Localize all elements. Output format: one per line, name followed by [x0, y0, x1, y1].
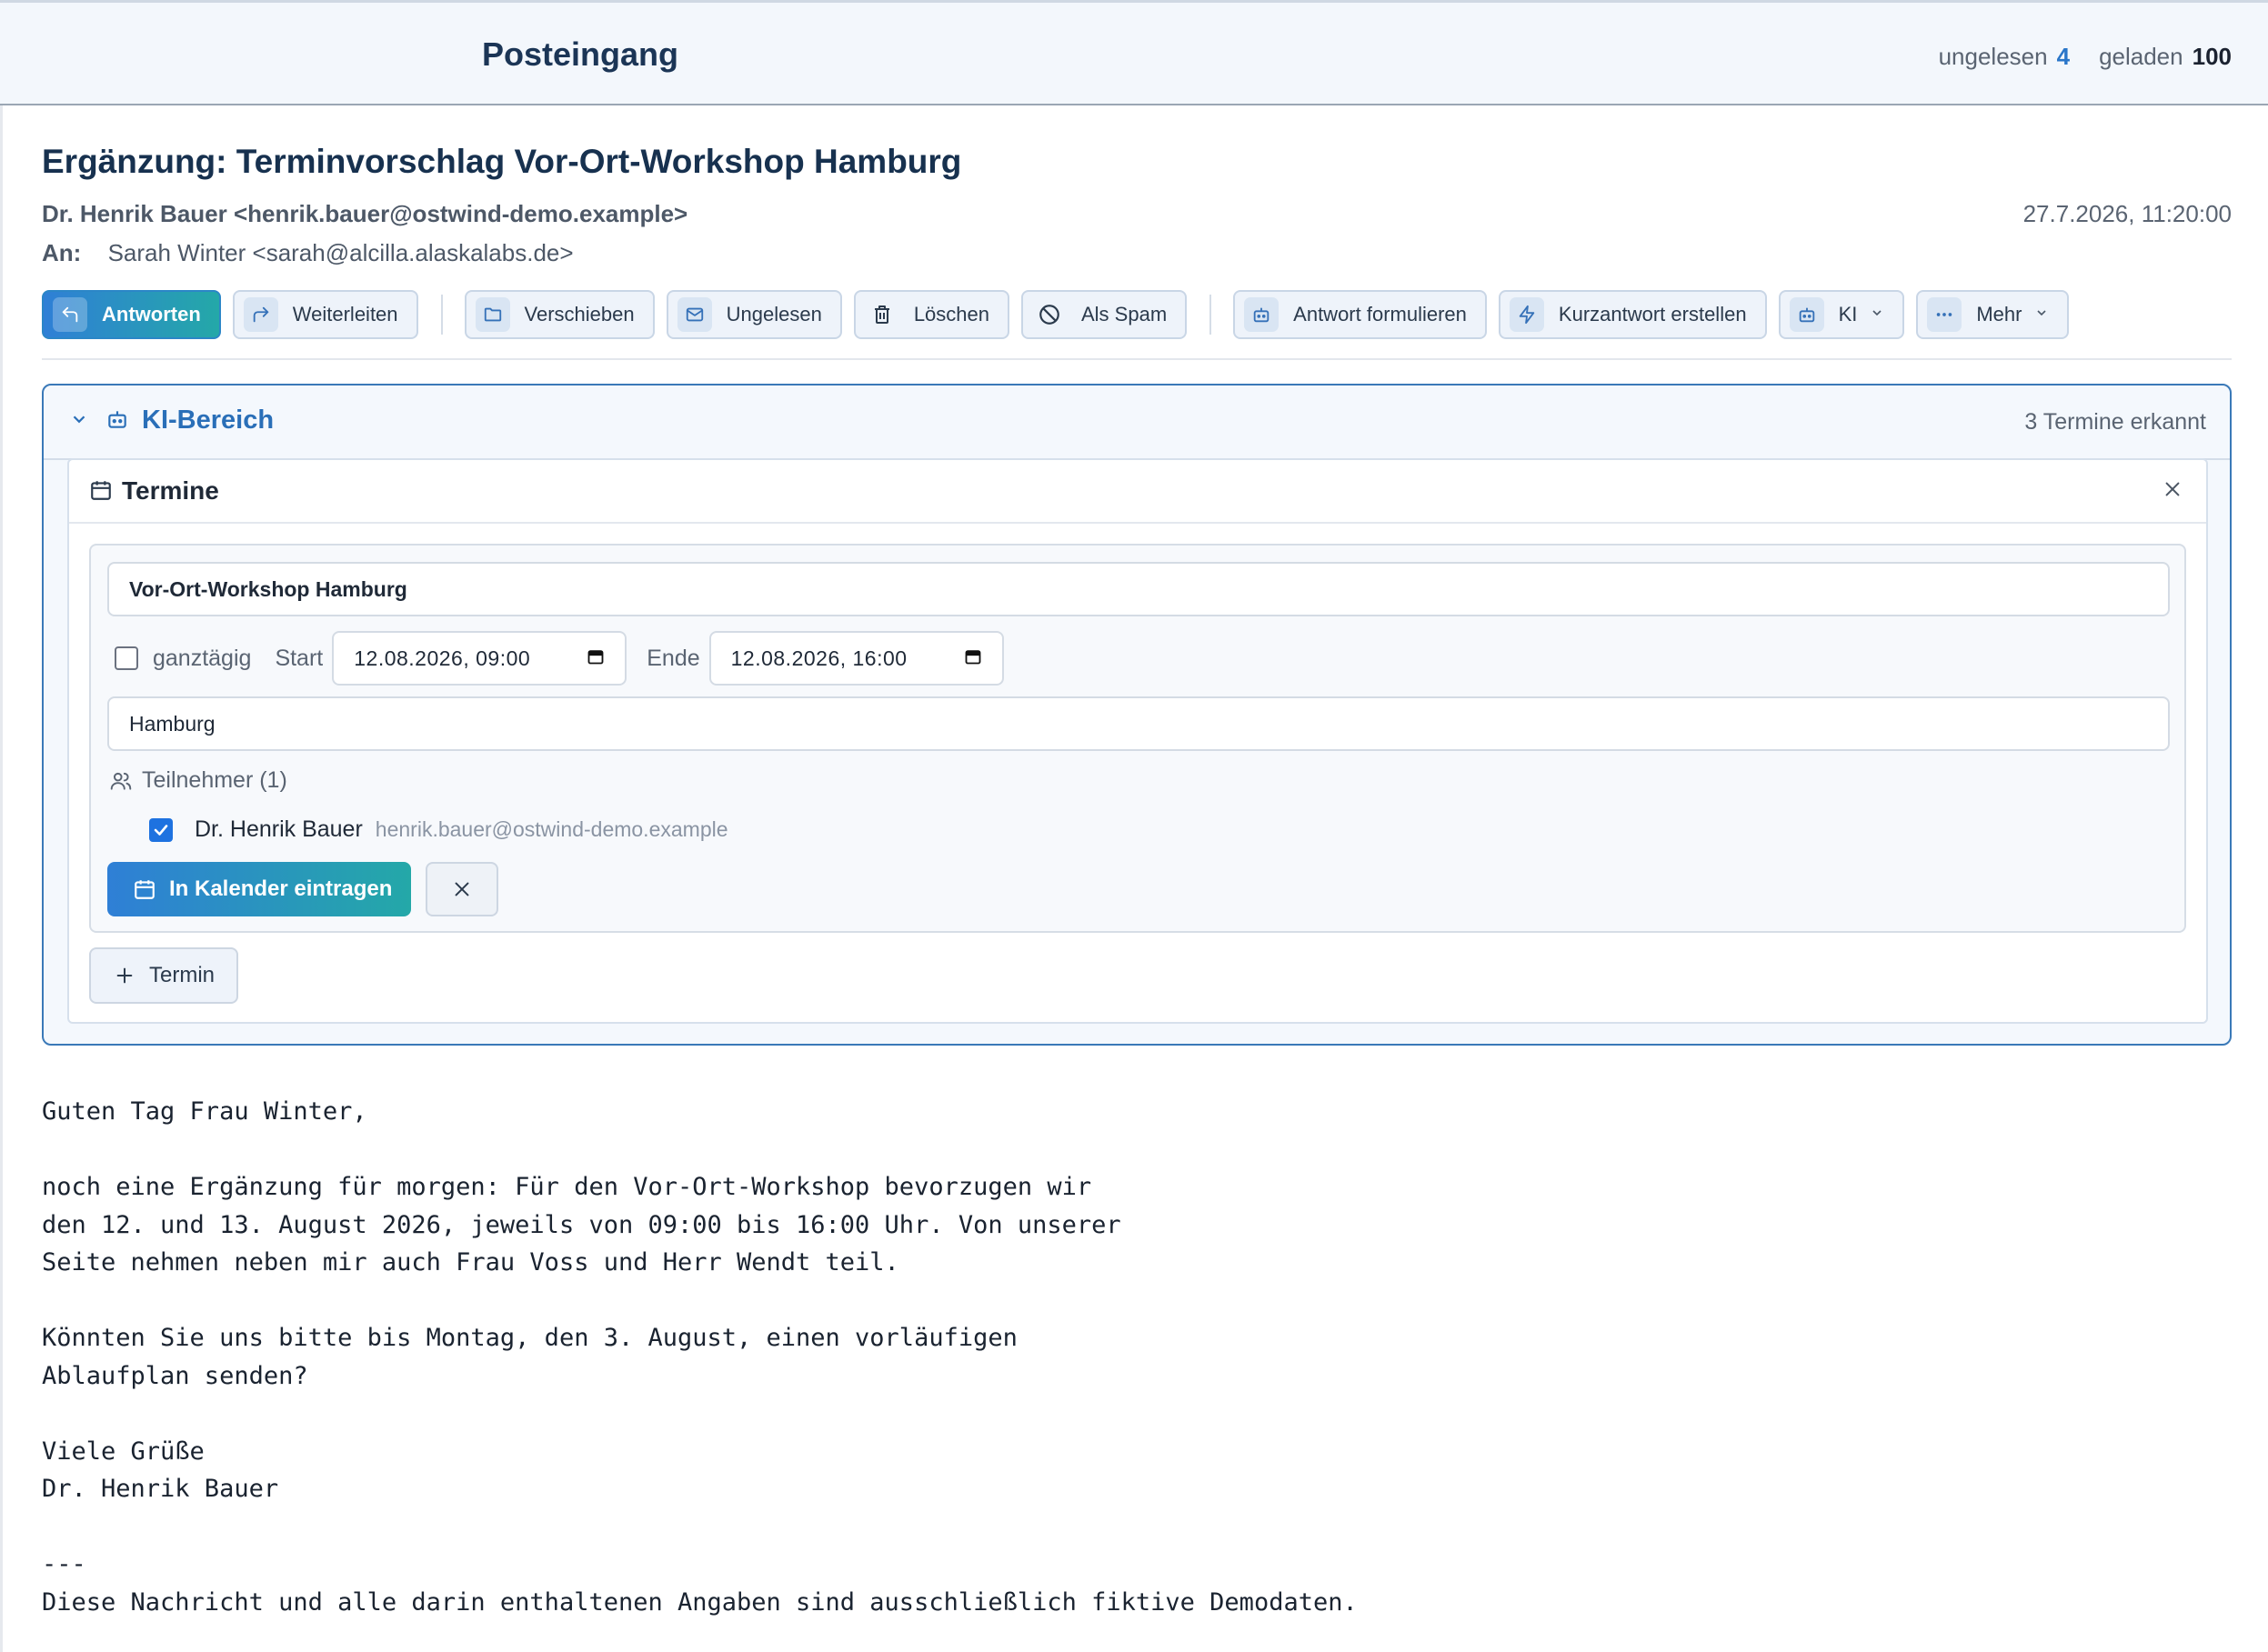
move-button[interactable]: Verschieben — [464, 290, 655, 339]
add-to-calendar-button[interactable]: In Kalender eintragen — [107, 862, 411, 916]
ki-panel-title: KI-Bereich — [142, 405, 275, 435]
email-toolbar: Antworten Weiterleiten Verschieben Ungel… — [42, 289, 2081, 340]
close-icon[interactable] — [2163, 476, 2183, 506]
email-date: 27.7.2026, 11:20:00 — [2022, 200, 2232, 227]
ki-dropdown-button[interactable]: KI — [1778, 290, 1905, 339]
start-value: 12.08.2026, 09:00 — [354, 646, 531, 670]
event-card: Vor-Ort-Workshop Hamburg ganztägig Start… — [89, 544, 2186, 933]
termine-title: Termine — [122, 476, 219, 505]
add-to-calendar-label: In Kalender eintragen — [169, 876, 393, 901]
draft-reply-button[interactable]: Antwort formulieren — [1233, 290, 1487, 339]
loaded-count: 100 — [2192, 43, 2232, 70]
to-label: An: — [42, 239, 82, 266]
calendar-icon[interactable] — [964, 646, 982, 671]
end-datetime-input[interactable]: 12.08.2026, 16:00 — [708, 631, 1004, 686]
start-datetime-input[interactable]: 12.08.2026, 09:00 — [332, 631, 627, 686]
spam-label: Als Spam — [1081, 303, 1168, 325]
ki-panel: KI-Bereich 3 Termine erkannt Termine Vor… — [42, 384, 2232, 1046]
trash-icon — [865, 297, 899, 332]
start-label: Start — [275, 645, 324, 671]
termine-header: Termine — [69, 460, 2206, 524]
email-to: An: Sarah Winter <sarah@alcilla.alaskala… — [42, 239, 574, 267]
lightning-icon — [1509, 297, 1544, 332]
close-icon — [455, 882, 469, 896]
mark-unread-button[interactable]: Ungelesen — [666, 290, 842, 339]
participants-heading: Teilnehmer (1) — [109, 767, 287, 794]
email-subject: Ergänzung: Terminvorschlag Vor-Ort-Works… — [42, 143, 962, 180]
more-label: Mehr — [1976, 303, 2022, 325]
more-dropdown-button[interactable]: Mehr — [1916, 290, 2070, 339]
toolbar-divider — [42, 358, 2232, 360]
move-label: Verschieben — [524, 303, 635, 325]
draft-reply-label: Antwort formulieren — [1293, 303, 1467, 325]
email-body: Guten Tag Frau Winter, noch eine Ergänzu… — [42, 1097, 1358, 1617]
reply-icon — [53, 297, 87, 332]
unread-label: ungelesen — [1938, 43, 2048, 70]
termine-section: Termine Vor-Ort-Workshop Hamburg ganztäg… — [67, 458, 2208, 1024]
robot-icon — [105, 407, 129, 436]
toolbar-separator — [440, 295, 443, 335]
delete-button[interactable]: Löschen — [853, 290, 1009, 339]
chevron-down-icon — [1870, 305, 1884, 325]
unread-button-label: Ungelesen — [726, 303, 822, 325]
allday-label: ganztägig — [153, 645, 252, 671]
robot-icon — [1789, 297, 1824, 332]
add-event-label: Termin — [149, 963, 216, 987]
allday-checkbox[interactable] — [115, 646, 138, 670]
delete-label: Löschen — [913, 303, 989, 325]
more-dots-icon — [1927, 297, 1962, 332]
calendar-icon — [135, 880, 155, 899]
toolbar-separator — [1209, 295, 1212, 335]
page-title: Posteingang — [482, 35, 679, 73]
users-icon — [110, 772, 132, 790]
forward-button[interactable]: Weiterleiten — [232, 290, 418, 339]
robot-icon — [1244, 297, 1280, 332]
left-border — [0, 105, 3, 1652]
calendar-icon[interactable] — [587, 646, 605, 671]
reply-button[interactable]: Antworten — [42, 290, 221, 339]
participant-name: Dr. Henrik Bauer — [195, 816, 363, 842]
top-bar: Posteingang ungelesen 4 geladen 100 — [0, 0, 2268, 105]
forward-label: Weiterleiten — [292, 303, 398, 325]
mailbox-stats: ungelesen 4 geladen 100 — [1939, 43, 2232, 71]
ki-label: KI — [1838, 303, 1858, 325]
email-from: Dr. Henrik Bauer <henrik.bauer@ostwind-d… — [42, 200, 688, 227]
end-label: Ende — [647, 645, 700, 671]
participant-checkbox[interactable] — [149, 817, 173, 842]
calendar-icon — [89, 478, 113, 506]
dismiss-event-button[interactable] — [426, 862, 498, 916]
loaded-label: geladen — [2099, 43, 2183, 70]
reply-label: Antworten — [102, 303, 201, 325]
detected-events-count: 3 Termine erkannt — [2024, 409, 2206, 435]
chevron-down-icon — [2034, 305, 2049, 325]
event-title-input[interactable]: Vor-Ort-Workshop Hamburg — [107, 562, 2170, 616]
chevron-down-icon[interactable] — [69, 409, 89, 434]
spam-button[interactable]: Als Spam — [1021, 290, 1188, 339]
end-value: 12.08.2026, 16:00 — [730, 646, 908, 670]
ki-panel-header[interactable]: KI-Bereich 3 Termine erkannt — [44, 385, 2230, 460]
short-reply-button[interactable]: Kurzantwort erstellen — [1498, 290, 1767, 339]
participant-email: henrik.bauer@ostwind-demo.example — [375, 817, 728, 841]
short-reply-label: Kurzantwort erstellen — [1558, 303, 1747, 325]
plus-icon — [115, 959, 135, 993]
event-time-row: ganztägig Start 12.08.2026, 09:00 Ende 1… — [115, 631, 1024, 686]
mail-icon — [677, 297, 712, 332]
forward-icon — [243, 297, 278, 332]
add-event-button[interactable]: Termin — [89, 947, 238, 1004]
ban-icon — [1032, 297, 1067, 332]
folder-icon — [475, 297, 510, 332]
unread-count: 4 — [2056, 43, 2071, 70]
to-address: Sarah Winter <sarah@alcilla.alaskalabs.d… — [107, 239, 574, 266]
event-location-input[interactable]: Hamburg — [107, 696, 2170, 751]
participant-row: Dr. Henrik Bauer henrik.bauer@ostwind-de… — [149, 816, 728, 843]
participants-label: Teilnehmer (1) — [142, 767, 287, 793]
